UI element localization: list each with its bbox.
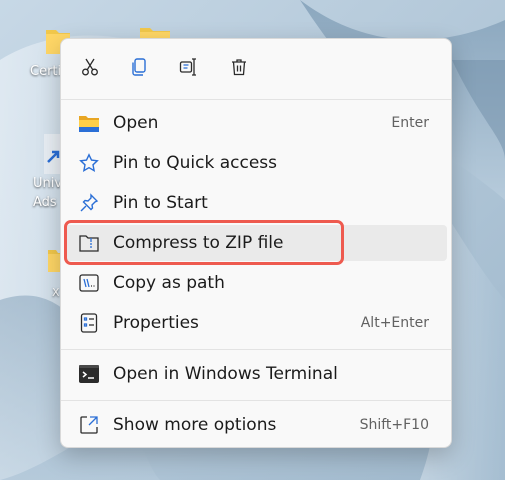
context-menu-toolbar	[61, 39, 451, 99]
menu-item-label: Copy as path	[113, 273, 225, 293]
menu-item-copy-as-path[interactable]: Copy as path	[65, 265, 447, 301]
shortcut-text: Enter	[391, 115, 429, 131]
menu-item-show-more-options[interactable]: Show more options Shift+F10	[65, 407, 447, 443]
cut-button[interactable]	[74, 55, 106, 83]
menu-item-label: Show more options	[113, 415, 277, 435]
menu-item-pin-quick-access[interactable]: Pin to Quick access	[65, 145, 447, 181]
menu-item-label: Open	[113, 113, 159, 133]
rename-icon	[179, 57, 199, 82]
menu-item-open[interactable]: Open Enter	[65, 105, 447, 141]
desktop-icon-label[interactable]: X	[52, 286, 60, 299]
pin-icon	[79, 193, 99, 213]
menu-item-label: Pin to Quick access	[113, 153, 278, 173]
delete-icon	[229, 57, 249, 82]
menu-item-properties[interactable]: Properties Alt+Enter	[65, 305, 447, 341]
desktop-icon-label[interactable]: Certi	[30, 64, 61, 79]
annotation-highlight-box	[64, 220, 344, 265]
delete-button[interactable]	[223, 55, 255, 83]
show-more-icon	[79, 415, 99, 435]
menu-item-open-terminal[interactable]: Open in Windows Terminal	[65, 356, 447, 392]
menu-separator	[61, 349, 451, 350]
desktop-icon-label[interactable]: Ads	[33, 195, 57, 210]
menu-item-label: Properties	[113, 313, 199, 333]
properties-icon	[79, 313, 99, 333]
menu-item-label: Open in Windows Terminal	[113, 364, 338, 384]
shortcut-text: Shift+F10	[359, 417, 429, 433]
folder-open-icon	[79, 113, 99, 133]
desktop-icon-label[interactable]: Univ	[33, 176, 62, 191]
menu-separator	[61, 400, 451, 401]
cut-icon	[80, 57, 100, 82]
copy-path-icon	[79, 273, 99, 293]
terminal-icon	[79, 364, 99, 384]
menu-item-pin-start[interactable]: Pin to Start	[65, 185, 447, 221]
menu-item-label: Pin to Start	[113, 193, 208, 213]
star-icon	[79, 153, 99, 173]
copy-button[interactable]	[123, 55, 155, 83]
rename-button[interactable]	[173, 55, 205, 83]
copy-icon	[129, 57, 149, 82]
shortcut-text: Alt+Enter	[360, 315, 429, 331]
menu-separator	[61, 99, 451, 100]
